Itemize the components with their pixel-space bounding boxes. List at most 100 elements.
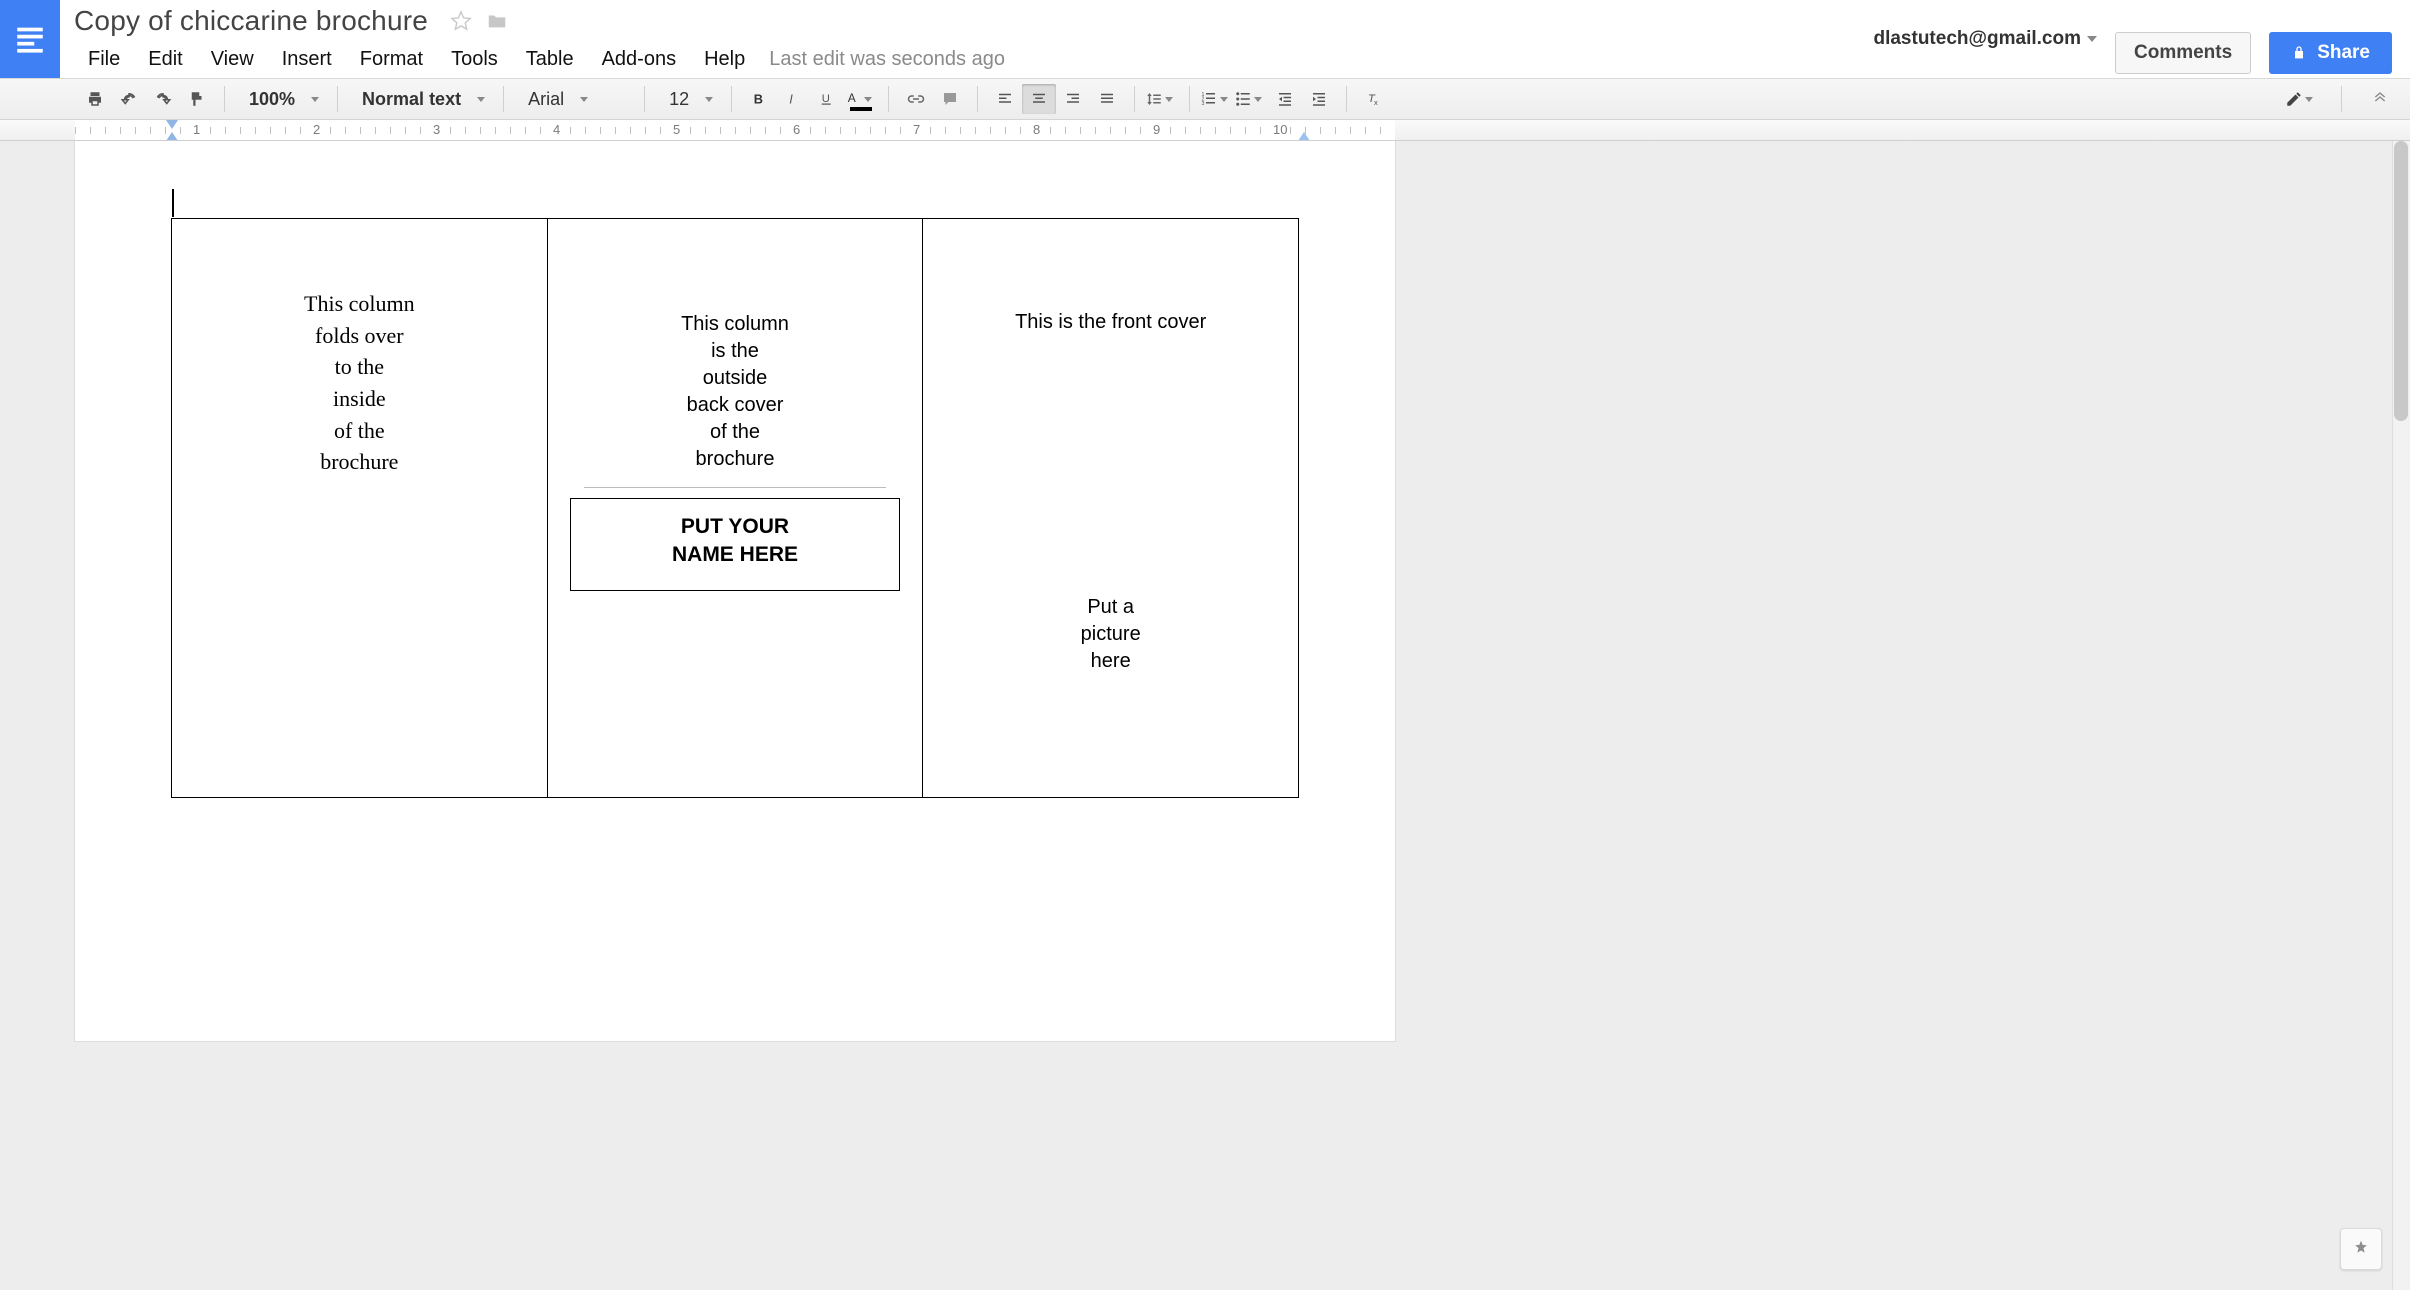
bold-icon[interactable]: B xyxy=(742,84,776,114)
document-page[interactable]: This column folds over to the inside of … xyxy=(75,141,1395,1041)
col1-line: to the xyxy=(184,352,535,382)
editing-mode-icon[interactable] xyxy=(2285,84,2319,114)
col1-line: brochure xyxy=(184,447,535,477)
align-justify-icon[interactable] xyxy=(1090,84,1124,114)
horizontal-ruler[interactable]: 1 2 3 4 5 6 7 8 9 10 xyxy=(0,120,2410,141)
font-size-value: 12 xyxy=(669,89,689,110)
font-value: Arial xyxy=(528,89,564,110)
caret-down-icon xyxy=(1254,97,1262,102)
share-label: Share xyxy=(2317,42,2370,64)
brochure-col-3[interactable]: This is the front cover Put a picture he… xyxy=(923,219,1298,797)
align-right-icon[interactable] xyxy=(1056,84,1090,114)
font-family-dropdown[interactable]: Arial xyxy=(514,84,634,114)
divider xyxy=(584,487,886,488)
line-spacing-icon[interactable] xyxy=(1145,84,1179,114)
right-indent-marker[interactable] xyxy=(1298,132,1310,141)
col1-line: inside xyxy=(184,384,535,414)
app-bar-content: Copy of chiccarine brochure File Edit Vi… xyxy=(60,0,2410,77)
svg-text:A: A xyxy=(848,91,856,105)
explore-button[interactable] xyxy=(2340,1228,2382,1270)
first-line-indent-marker[interactable] xyxy=(166,120,178,129)
docs-logo-icon[interactable] xyxy=(0,0,60,78)
name-box-line: NAME HERE xyxy=(577,541,893,569)
app-bar: Copy of chiccarine brochure File Edit Vi… xyxy=(0,0,2410,78)
comments-button[interactable]: Comments xyxy=(2115,32,2251,74)
col1-line: of the xyxy=(184,416,535,446)
menu-addons[interactable]: Add-ons xyxy=(588,44,691,75)
toolbar-separator xyxy=(224,86,225,112)
collapse-toolbar-icon[interactable] xyxy=(2364,84,2396,114)
caret-down-icon xyxy=(580,97,588,102)
menu-help[interactable]: Help xyxy=(690,44,759,75)
svg-text:B: B xyxy=(754,92,763,107)
col1-line: folds over xyxy=(184,321,535,351)
picture-placeholder: Put a picture here xyxy=(935,594,1286,675)
insert-comment-icon[interactable] xyxy=(933,84,967,114)
header-right: dlastutech@gmail.com Comments Share xyxy=(1873,4,2392,74)
align-left-icon[interactable] xyxy=(988,84,1022,114)
col2-line: back cover xyxy=(560,392,911,419)
col2-line: brochure xyxy=(560,446,911,473)
account-menu[interactable]: dlastutech@gmail.com xyxy=(1873,28,2097,50)
brochure-col-1[interactable]: This column folds over to the inside of … xyxy=(172,219,548,797)
share-button[interactable]: Share xyxy=(2269,32,2392,74)
caret-down-icon xyxy=(311,97,319,102)
caret-down-icon xyxy=(864,97,872,102)
svg-text:U: U xyxy=(822,93,830,105)
increase-indent-icon[interactable] xyxy=(1302,84,1336,114)
col2-line: of the xyxy=(560,419,911,446)
left-indent-marker[interactable] xyxy=(166,132,178,141)
undo-icon[interactable] xyxy=(112,84,146,114)
redo-icon[interactable] xyxy=(146,84,180,114)
col2-line: outside xyxy=(560,365,911,392)
lock-icon xyxy=(2291,45,2307,61)
paragraph-style-dropdown[interactable]: Normal text xyxy=(348,84,493,114)
caret-down-icon xyxy=(2305,97,2313,102)
caret-down-icon xyxy=(2087,36,2097,42)
menu-tools[interactable]: Tools xyxy=(437,44,512,75)
clear-formatting-icon[interactable]: Tx xyxy=(1357,84,1391,114)
brochure-table[interactable]: This column folds over to the inside of … xyxy=(171,218,1299,798)
svg-text:I: I xyxy=(789,92,793,107)
paint-format-icon[interactable] xyxy=(180,84,214,114)
col2-line: is the xyxy=(560,338,911,365)
font-size-dropdown[interactable]: 12 xyxy=(655,84,721,114)
star-icon[interactable] xyxy=(450,10,472,32)
name-box-line: PUT YOUR xyxy=(577,513,893,541)
align-center-icon[interactable] xyxy=(1022,84,1056,114)
menu-file[interactable]: File xyxy=(74,44,134,75)
col2-line: This column xyxy=(560,311,911,338)
account-email: dlastutech@gmail.com xyxy=(1873,28,2081,50)
toolbar: 100% Normal text Arial 12 B I U A 123 xyxy=(0,78,2410,120)
underline-icon[interactable]: U xyxy=(810,84,844,114)
svg-text:x: x xyxy=(1374,98,1378,107)
print-icon[interactable] xyxy=(78,84,112,114)
bulleted-list-icon[interactable] xyxy=(1234,84,1268,114)
menu-format[interactable]: Format xyxy=(346,44,437,75)
toolbar-right xyxy=(2285,79,2396,119)
document-title[interactable]: Copy of chiccarine brochure xyxy=(74,5,428,37)
numbered-list-icon[interactable]: 123 xyxy=(1200,84,1234,114)
text-color-icon[interactable]: A xyxy=(844,84,878,114)
document-workspace[interactable]: This column folds over to the inside of … xyxy=(0,141,2410,1290)
ruler-ticks: 1 2 3 4 5 6 7 8 9 10 xyxy=(75,120,1395,140)
explore-icon xyxy=(2351,1239,2371,1259)
style-value: Normal text xyxy=(362,89,461,110)
name-box[interactable]: PUT YOUR NAME HERE xyxy=(570,498,900,591)
col1-line: This column xyxy=(184,289,535,319)
svg-text:3: 3 xyxy=(1202,101,1205,107)
menu-edit[interactable]: Edit xyxy=(134,44,196,75)
caret-down-icon xyxy=(1220,97,1228,102)
scrollbar-thumb[interactable] xyxy=(2394,141,2408,421)
menu-table[interactable]: Table xyxy=(512,44,588,75)
zoom-dropdown[interactable]: 100% xyxy=(235,84,327,114)
vertical-scrollbar[interactable] xyxy=(2392,141,2410,1290)
menu-view[interactable]: View xyxy=(197,44,268,75)
zoom-value: 100% xyxy=(249,89,295,110)
decrease-indent-icon[interactable] xyxy=(1268,84,1302,114)
insert-link-icon[interactable] xyxy=(899,84,933,114)
brochure-col-2[interactable]: This column is the outside back cover of… xyxy=(548,219,924,797)
move-to-folder-icon[interactable] xyxy=(486,10,508,32)
italic-icon[interactable]: I xyxy=(776,84,810,114)
menu-insert[interactable]: Insert xyxy=(268,44,346,75)
